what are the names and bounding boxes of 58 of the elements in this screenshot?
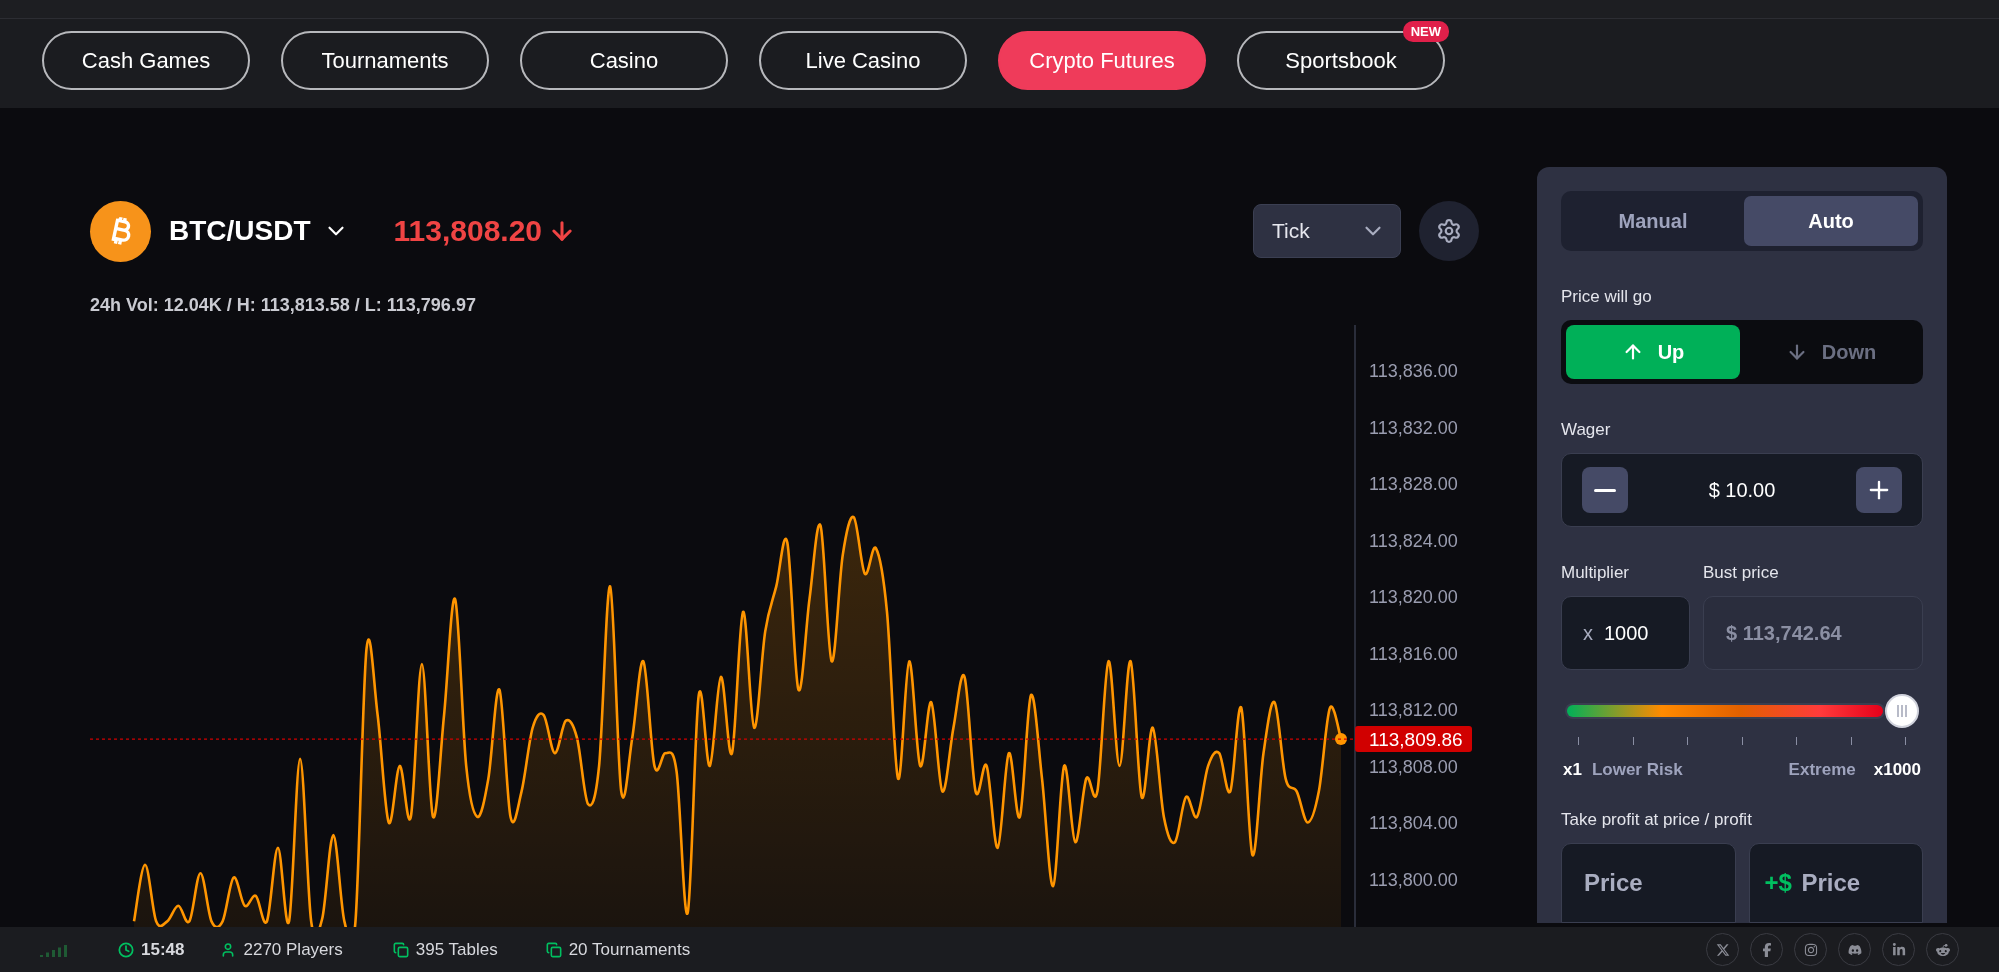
last-price: 113,808.20 [393, 214, 543, 248]
axis-label: 113,836.00 [1369, 361, 1458, 382]
axis-label: 113,816.00 [1369, 643, 1458, 664]
slider-thumb[interactable] [1885, 694, 1919, 728]
market-stats: 24h Vol: 12.04K / H: 113,813.58 / L: 113,796.97 [90, 295, 477, 316]
pair-selector[interactable]: BTC/USDT [169, 215, 311, 247]
instagram-icon [1803, 942, 1818, 957]
bust-price-field: $ 113,742.64 [1703, 596, 1923, 670]
axis-label: 113,828.00 [1369, 474, 1458, 495]
axis-label: 113,824.00 [1369, 530, 1458, 551]
currency-prefix: +$ [1764, 869, 1792, 897]
reddit-icon [1935, 942, 1950, 957]
stacked-squares-icon [545, 941, 562, 958]
max-multiplier: x1000 [1873, 760, 1921, 780]
axis-label: 113,832.00 [1369, 417, 1458, 438]
mode-tab[interactable]: Auto [1744, 196, 1918, 246]
nav-tab[interactable]: Tournaments [281, 31, 489, 90]
increase-button[interactable] [1856, 467, 1902, 513]
status-item: 395 Tables [392, 939, 498, 960]
multiplier-label: Multiplier [1561, 563, 1631, 583]
signal-icon [40, 942, 68, 957]
wager-field[interactable]: $ 10.00 [1561, 453, 1923, 527]
down-button[interactable]: Down [1744, 325, 1918, 379]
status-item: 2270 Players [220, 939, 343, 960]
direction-label: Price will go [1561, 287, 1653, 307]
axis-label: 113,800.00 [1369, 869, 1458, 890]
wager-value: $ 10.00 [1708, 478, 1776, 502]
axis-label: 113,804.00 [1369, 813, 1458, 834]
take-profit-label: Take profit at price / profit [1561, 810, 1753, 830]
bust-price-label: Bust price [1703, 563, 1780, 583]
nav-tab[interactable]: Cash Games [42, 31, 250, 90]
nav-tab[interactable]: Live Casino [759, 31, 967, 90]
min-multiplier: x1 [1563, 760, 1582, 780]
axis-label: 113,808.00 [1369, 756, 1458, 777]
bitcoin-icon [90, 200, 151, 262]
clock-icon [118, 941, 134, 958]
linkedin-icon [1891, 942, 1906, 957]
axis-label: 113,812.00 [1369, 700, 1458, 721]
x-logo-icon [1715, 942, 1730, 957]
axis-label: 113,820.00 [1369, 587, 1458, 608]
discord-icon [1847, 942, 1862, 957]
price-field[interactable]: Price [1561, 843, 1736, 923]
risk-min-label: Lower Risk [1591, 760, 1683, 780]
risk-max-label: Extreme [1788, 760, 1856, 780]
status-item: 20 Tournaments [545, 939, 691, 960]
new-badge: NEW [1402, 21, 1449, 42]
clock-time: 15:48 [118, 939, 185, 960]
nav-tab[interactable]: Casino [520, 31, 728, 90]
settings-icon [1436, 218, 1462, 244]
multiplier-prefix: x [1583, 621, 1593, 645]
last-point-marker [1335, 733, 1347, 746]
wager-label: Wager [1561, 420, 1612, 440]
mode-tab[interactable]: Manual [1566, 196, 1740, 246]
stacked-squares-icon [392, 941, 409, 958]
minus-icon [1594, 488, 1616, 492]
nav-tab[interactable]: Crypto Futures [998, 31, 1206, 90]
decrease-button[interactable] [1582, 467, 1628, 513]
interval-dropdown[interactable]: Tick [1253, 204, 1401, 258]
